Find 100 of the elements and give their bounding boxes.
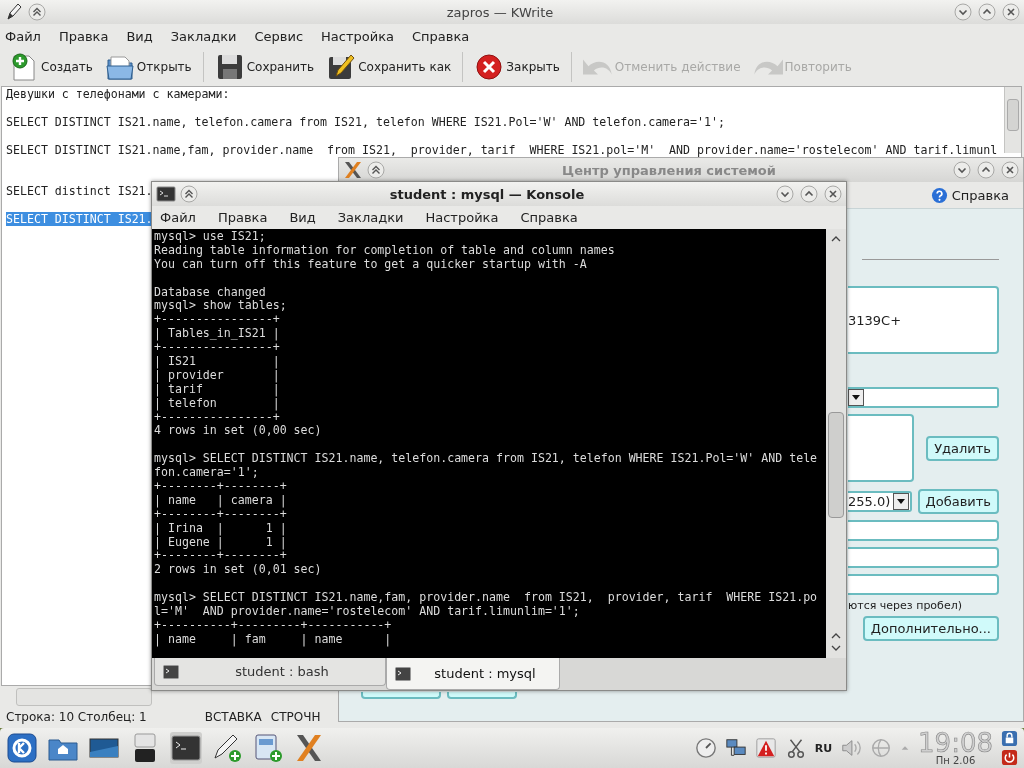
terminal-line: l='M' AND provider.name='rostelecom' AND tarif.limunlim='1'; [154, 604, 580, 619]
scroll-thumb[interactable] [828, 412, 844, 518]
terminal-line: 2 rows in set (0,01 sec) [154, 562, 322, 577]
lock-icon[interactable] [1001, 730, 1018, 747]
terminal-line: Reading table information for completion of table and column names [154, 242, 615, 257]
minimize-icon[interactable] [954, 3, 972, 21]
terminal-icon [156, 184, 176, 204]
menu-item[interactable]: Справка [520, 210, 578, 225]
toolbar-button[interactable]: Сохранить [209, 50, 320, 84]
toolbar-button[interactable]: Открыть [99, 50, 197, 84]
power-icon[interactable] [1001, 749, 1018, 766]
document-plus-icon[interactable] [252, 732, 284, 764]
menu-item[interactable]: Настройка [321, 28, 394, 44]
menu-item[interactable]: Правка [217, 210, 268, 225]
input-field[interactable] [848, 520, 999, 541]
code-line: SELECT DISTINCT IS21.name,fam, provider.name from IS21, provider, tarif WHERE IS21.pol='M' AND provider.name='rostelecom' AND tarif.limunl [6, 142, 998, 157]
close-icon[interactable] [1001, 161, 1019, 179]
input-field[interactable] [848, 547, 999, 568]
toolbar-button[interactable]: Создать [4, 50, 98, 84]
terminal-line: 4 rows in set (0,00 sec) [154, 423, 322, 438]
window-title: Центр управления системой [561, 162, 777, 178]
close-icon[interactable] [824, 185, 842, 203]
code-line: SELECT distinct IS21. [6, 184, 153, 199]
network-icon[interactable] [724, 737, 747, 759]
keep-above-icon[interactable] [180, 185, 198, 203]
terminal-line: | Tables_in_IS21 | [154, 326, 280, 341]
menu-item[interactable]: Закладки [170, 28, 237, 44]
redo-icon [752, 58, 783, 76]
terminal-line: +--------+--------+ [154, 479, 287, 494]
terminal-line: | name | camera | [154, 492, 287, 507]
cursor-position: Строка: 10 Столбец: 1 [6, 710, 147, 724]
terminal-line: +----------+---------+-----------+ [154, 617, 392, 632]
terminal-line: mysql> use IS21; [154, 229, 266, 243]
terminal-line: | telefon | [154, 395, 280, 410]
terminal-line: You can turn off this feature to get a quicker startup with -A [154, 256, 587, 271]
tab[interactable]: student : bash [154, 658, 386, 686]
maximize-icon[interactable] [977, 161, 995, 179]
dropdown[interactable]: 255.0) [848, 491, 912, 512]
start-menu-icon[interactable] [6, 732, 38, 764]
menu-item[interactable]: Вид [126, 28, 153, 44]
help-button[interactable]: Справка [930, 186, 1009, 204]
toolbar-button[interactable]: Сохранить как [321, 50, 457, 84]
code-line: Девушки с телефонами с камерами: [6, 87, 230, 101]
gauge-icon[interactable] [694, 737, 717, 759]
keyboard-layout[interactable]: RU [814, 741, 833, 755]
menu-item[interactable]: Файл [5, 28, 41, 44]
keep-above-icon[interactable] [28, 3, 46, 21]
minimize-icon[interactable] [953, 161, 971, 179]
scrollbar[interactable] [826, 229, 846, 658]
terminal-line: +----------------+ [154, 312, 280, 327]
terminal-icon[interactable] [170, 732, 202, 764]
menu-item[interactable]: Закладки [337, 210, 404, 225]
selection-mode: СТРОЧН [270, 710, 321, 724]
input-field[interactable] [848, 574, 999, 595]
terminal-line: | tarif | [154, 381, 280, 396]
window-title: zapros — KWrite [445, 4, 555, 20]
menu-item[interactable]: Настройка [425, 210, 499, 225]
more-button[interactable]: Дополнительно... [862, 616, 999, 641]
horizontal-scrollbar[interactable] [16, 688, 152, 706]
undo-icon [582, 58, 613, 76]
terminal-line: +----------------+ [154, 340, 280, 355]
floppy-pencil-icon [326, 52, 357, 82]
warning-icon[interactable] [754, 737, 777, 759]
toolbar-button[interactable]: Закрыть [469, 50, 565, 84]
scroll-up-icon[interactable] [830, 632, 842, 640]
terminal-line: | Irina | 1 | [154, 520, 287, 535]
pen-icon [4, 2, 24, 22]
hint-text: ются через пробел) [848, 599, 962, 612]
menu-item[interactable]: Сервис [254, 28, 304, 44]
terminal-line: | name | fam | name | [154, 631, 392, 646]
menu-item[interactable]: Правка [58, 28, 109, 44]
scrollbar[interactable] [1004, 87, 1021, 153]
clock[interactable]: 19:08 Пн 2.06 [918, 730, 993, 766]
tab[interactable]: student : mysql [386, 658, 560, 690]
maximize-icon[interactable] [800, 185, 818, 203]
scroll-down-icon[interactable] [830, 644, 842, 652]
menu-item[interactable]: Вид [289, 210, 316, 225]
terminal-line: mysql> SELECT DISTINCT IS21.name, telefon.camera from IS21, telefon WHERE IS21.Pol='W' AND tele [154, 451, 818, 466]
scroll-up-icon[interactable] [830, 235, 842, 243]
terminal-line: mysql> show tables; [154, 298, 287, 313]
delete-button[interactable]: Удалить [926, 435, 999, 461]
maximize-icon[interactable] [978, 3, 996, 21]
terminal-line: mysql> SELECT DISTINCT IS21.name,fam, provider.name from IS21, provider, tarif WHERE IS21.po [154, 590, 818, 605]
close-icon [474, 52, 505, 82]
menu-item[interactable]: Файл [160, 210, 196, 225]
terminal-line: | IS21 | [154, 354, 280, 368]
dropdown[interactable] [848, 387, 999, 408]
terminal-line: | Eugene | 1 | [154, 534, 287, 549]
keep-above-icon[interactable] [367, 161, 385, 179]
x-logo-icon [343, 160, 363, 180]
pen-plus-icon[interactable] [211, 732, 243, 764]
insert-mode: ВСТАВКА [204, 710, 262, 724]
minimize-icon[interactable] [776, 185, 794, 203]
menu-item[interactable]: Справка [412, 28, 470, 44]
terminal-line: fon.camera='1'; [154, 465, 259, 480]
terminal-line: Database changed [154, 284, 266, 299]
address-field[interactable]: 3139C+ [848, 286, 999, 354]
terminal-icon [395, 666, 411, 681]
close-icon[interactable] [1002, 3, 1020, 21]
add-button[interactable]: Добавить [917, 489, 999, 514]
